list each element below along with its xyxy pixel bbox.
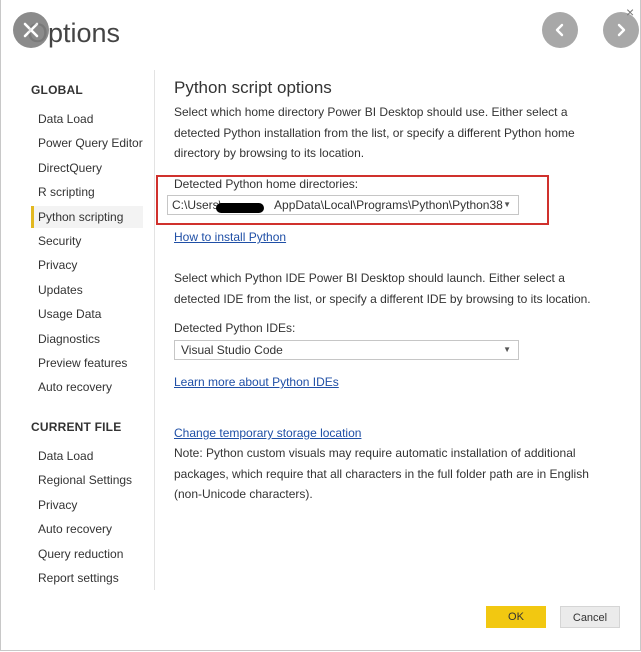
storage-note: Note: Python custom visuals may require … xyxy=(174,446,589,501)
sidebar-item-current-report-settings[interactable]: Report settings xyxy=(31,567,143,589)
corner-close-icon[interactable]: × xyxy=(626,4,634,20)
sidebar-item-privacy[interactable]: Privacy xyxy=(31,254,143,276)
chevron-left-icon xyxy=(555,23,564,37)
close-button[interactable] xyxy=(13,12,49,48)
highlight-box xyxy=(156,175,549,225)
install-python-link[interactable]: How to install Python xyxy=(174,230,286,244)
ide-value: Visual Studio Code xyxy=(181,343,283,357)
options-dialog: Options × GLOBAL Data Load Power Query Ed… xyxy=(0,0,641,651)
cancel-button[interactable]: Cancel xyxy=(560,606,620,628)
sidebar-item-auto-recovery[interactable]: Auto recovery xyxy=(31,376,143,398)
sidebar-heading-global: GLOBAL xyxy=(31,83,83,97)
python-ide-link[interactable]: Learn more about Python IDEs xyxy=(174,375,339,389)
storage-location-link[interactable]: Change temporary storage location xyxy=(174,426,361,440)
section-heading: Python script options xyxy=(174,78,332,97)
sidebar-item-current-data-load[interactable]: Data Load xyxy=(31,445,143,467)
sidebar-item-r-scripting[interactable]: R scripting xyxy=(31,181,143,203)
sidebar-heading-current-file: CURRENT FILE xyxy=(31,420,122,434)
ide-description: Select which Python IDE Power BI Desktop… xyxy=(174,271,591,306)
sidebar-item-current-regional-settings[interactable]: Regional Settings xyxy=(31,469,143,491)
sidebar-item-usage-data[interactable]: Usage Data xyxy=(31,303,143,325)
sidebar-item-security[interactable]: Security xyxy=(31,230,143,252)
home-directory-description: Select which home directory Power BI Des… xyxy=(174,105,575,160)
sidebar-item-preview-features[interactable]: Preview features xyxy=(31,352,143,374)
sidebar-item-diagnostics[interactable]: Diagnostics xyxy=(31,328,143,350)
close-icon xyxy=(23,22,39,38)
sidebar-item-current-privacy[interactable]: Privacy xyxy=(31,494,143,516)
sidebar-item-current-auto-recovery[interactable]: Auto recovery xyxy=(31,518,143,540)
ide-select[interactable]: Visual Studio Code ▼ xyxy=(174,340,519,360)
sidebar-item-current-query-reduction[interactable]: Query reduction xyxy=(31,543,143,565)
previous-button[interactable] xyxy=(542,12,578,48)
sidebar-item-power-query-editor[interactable]: Power Query Editor xyxy=(31,132,143,154)
ok-button[interactable]: OK xyxy=(486,606,546,628)
sidebar-item-directquery[interactable]: DirectQuery xyxy=(31,157,143,179)
chevron-down-icon: ▼ xyxy=(503,345,511,354)
ide-label: Detected Python IDEs: xyxy=(174,321,296,335)
sidebar-item-python-scripting[interactable]: Python scripting xyxy=(31,205,143,228)
chevron-right-icon xyxy=(617,23,626,37)
sidebar-item-updates[interactable]: Updates xyxy=(31,279,143,301)
sidebar-item-data-load[interactable]: Data Load xyxy=(31,108,143,130)
